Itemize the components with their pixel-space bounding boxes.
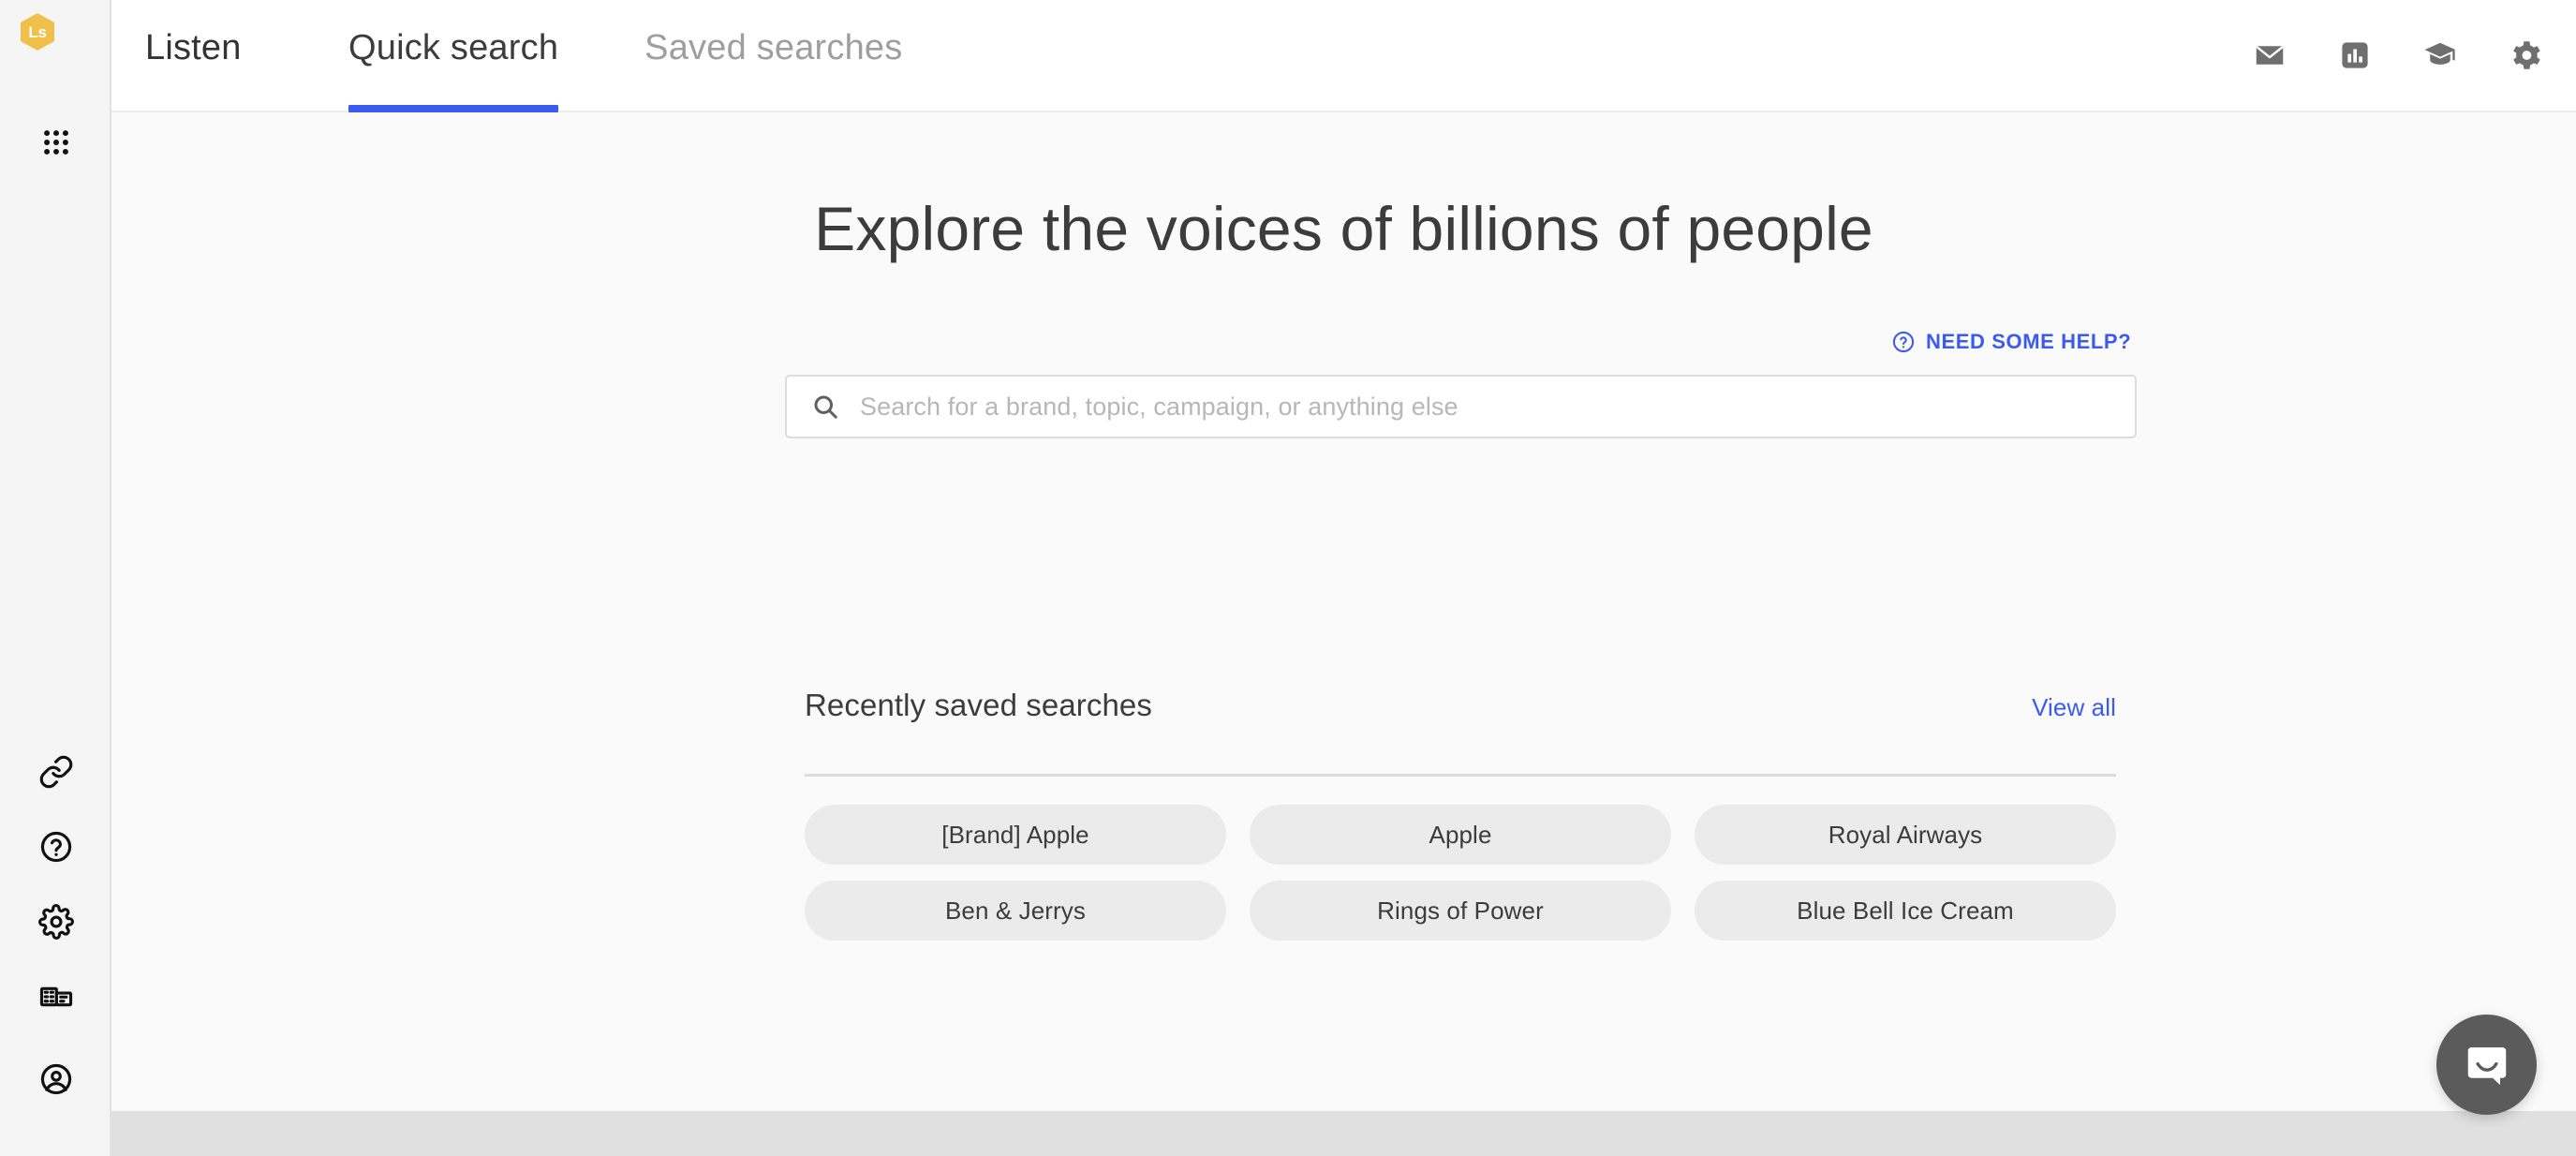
need-help-link[interactable]: NEED SOME HELP? <box>1891 330 2131 354</box>
apps-grid-icon <box>40 126 72 158</box>
need-help-label: NEED SOME HELP? <box>1926 330 2132 353</box>
app-title: Listen <box>145 28 242 67</box>
hexagon-logo-icon: Ls <box>21 13 54 51</box>
saved-search-chip[interactable]: Rings of Power <box>1250 881 1671 941</box>
top-bar-actions <box>2245 0 2550 111</box>
saved-search-chip[interactable]: Ben & Jerrys <box>805 881 1226 941</box>
sidebar-item-apps[interactable] <box>0 126 111 159</box>
account-icon <box>38 1061 74 1102</box>
saved-search-chip[interactable]: Apple <box>1250 805 1671 865</box>
gear-icon <box>37 903 74 944</box>
sidebar-item-help[interactable] <box>0 830 111 867</box>
bottom-bar <box>111 1111 2576 1156</box>
saved-search-chip-grid: [Brand] Apple Apple Royal Airways Ben & … <box>805 805 2116 941</box>
academy-icon <box>2422 37 2458 73</box>
insights-icon <box>2339 39 2371 71</box>
sidebar-item-integrations[interactable] <box>0 755 111 793</box>
saved-search-chip[interactable]: Royal Airways <box>1695 805 2116 865</box>
sidebar-item-organization[interactable] <box>0 980 111 1017</box>
sidebar-item-settings[interactable] <box>0 903 111 944</box>
chat-bubble-icon <box>2462 1040 2512 1090</box>
settings-button[interactable] <box>2501 31 2550 80</box>
help-circle-icon <box>1891 330 1916 354</box>
main-content: Explore the voices of billions of people… <box>111 112 2576 1111</box>
sidebar-item-account[interactable] <box>0 1062 111 1100</box>
saved-section-header: Recently saved searches View all <box>805 688 2116 731</box>
mail-icon <box>2253 38 2287 72</box>
search-box[interactable] <box>785 375 2137 438</box>
saved-section-title: Recently saved searches <box>805 688 1152 722</box>
recently-saved-searches-section: Recently saved searches View all [Brand]… <box>805 688 2116 941</box>
tab-saved-searches[interactable]: Saved searches <box>644 0 902 112</box>
app-root: Ls Listen Quick search Saved searches Ex… <box>0 0 2576 1156</box>
logo-text: Ls <box>28 22 47 41</box>
tab-bar: Quick search Saved searches <box>348 0 988 112</box>
top-bar: Listen Quick search Saved searches <box>111 0 2576 112</box>
page-title: Explore the voices of billions of people <box>814 194 1873 263</box>
search-icon <box>811 393 839 421</box>
organization-icon <box>38 979 74 1019</box>
academy-button[interactable] <box>2416 31 2465 80</box>
settings-gear-icon <box>2508 37 2543 73</box>
view-all-link[interactable]: View all <box>2032 693 2116 722</box>
product-logo[interactable]: Ls <box>21 13 54 51</box>
left-sidebar: Ls <box>0 0 111 1156</box>
insights-button[interactable] <box>2331 31 2379 80</box>
help-circle-icon <box>38 829 74 869</box>
saved-search-chip[interactable]: [Brand] Apple <box>805 805 1226 865</box>
section-divider <box>805 774 2116 777</box>
tab-quick-search[interactable]: Quick search <box>348 0 559 112</box>
link-icon <box>38 754 74 794</box>
mail-button[interactable] <box>2245 31 2294 80</box>
search-input[interactable] <box>860 392 2110 422</box>
saved-search-chip[interactable]: Blue Bell Ice Cream <box>1695 881 2116 941</box>
chat-launcher-button[interactable] <box>2436 1015 2537 1115</box>
